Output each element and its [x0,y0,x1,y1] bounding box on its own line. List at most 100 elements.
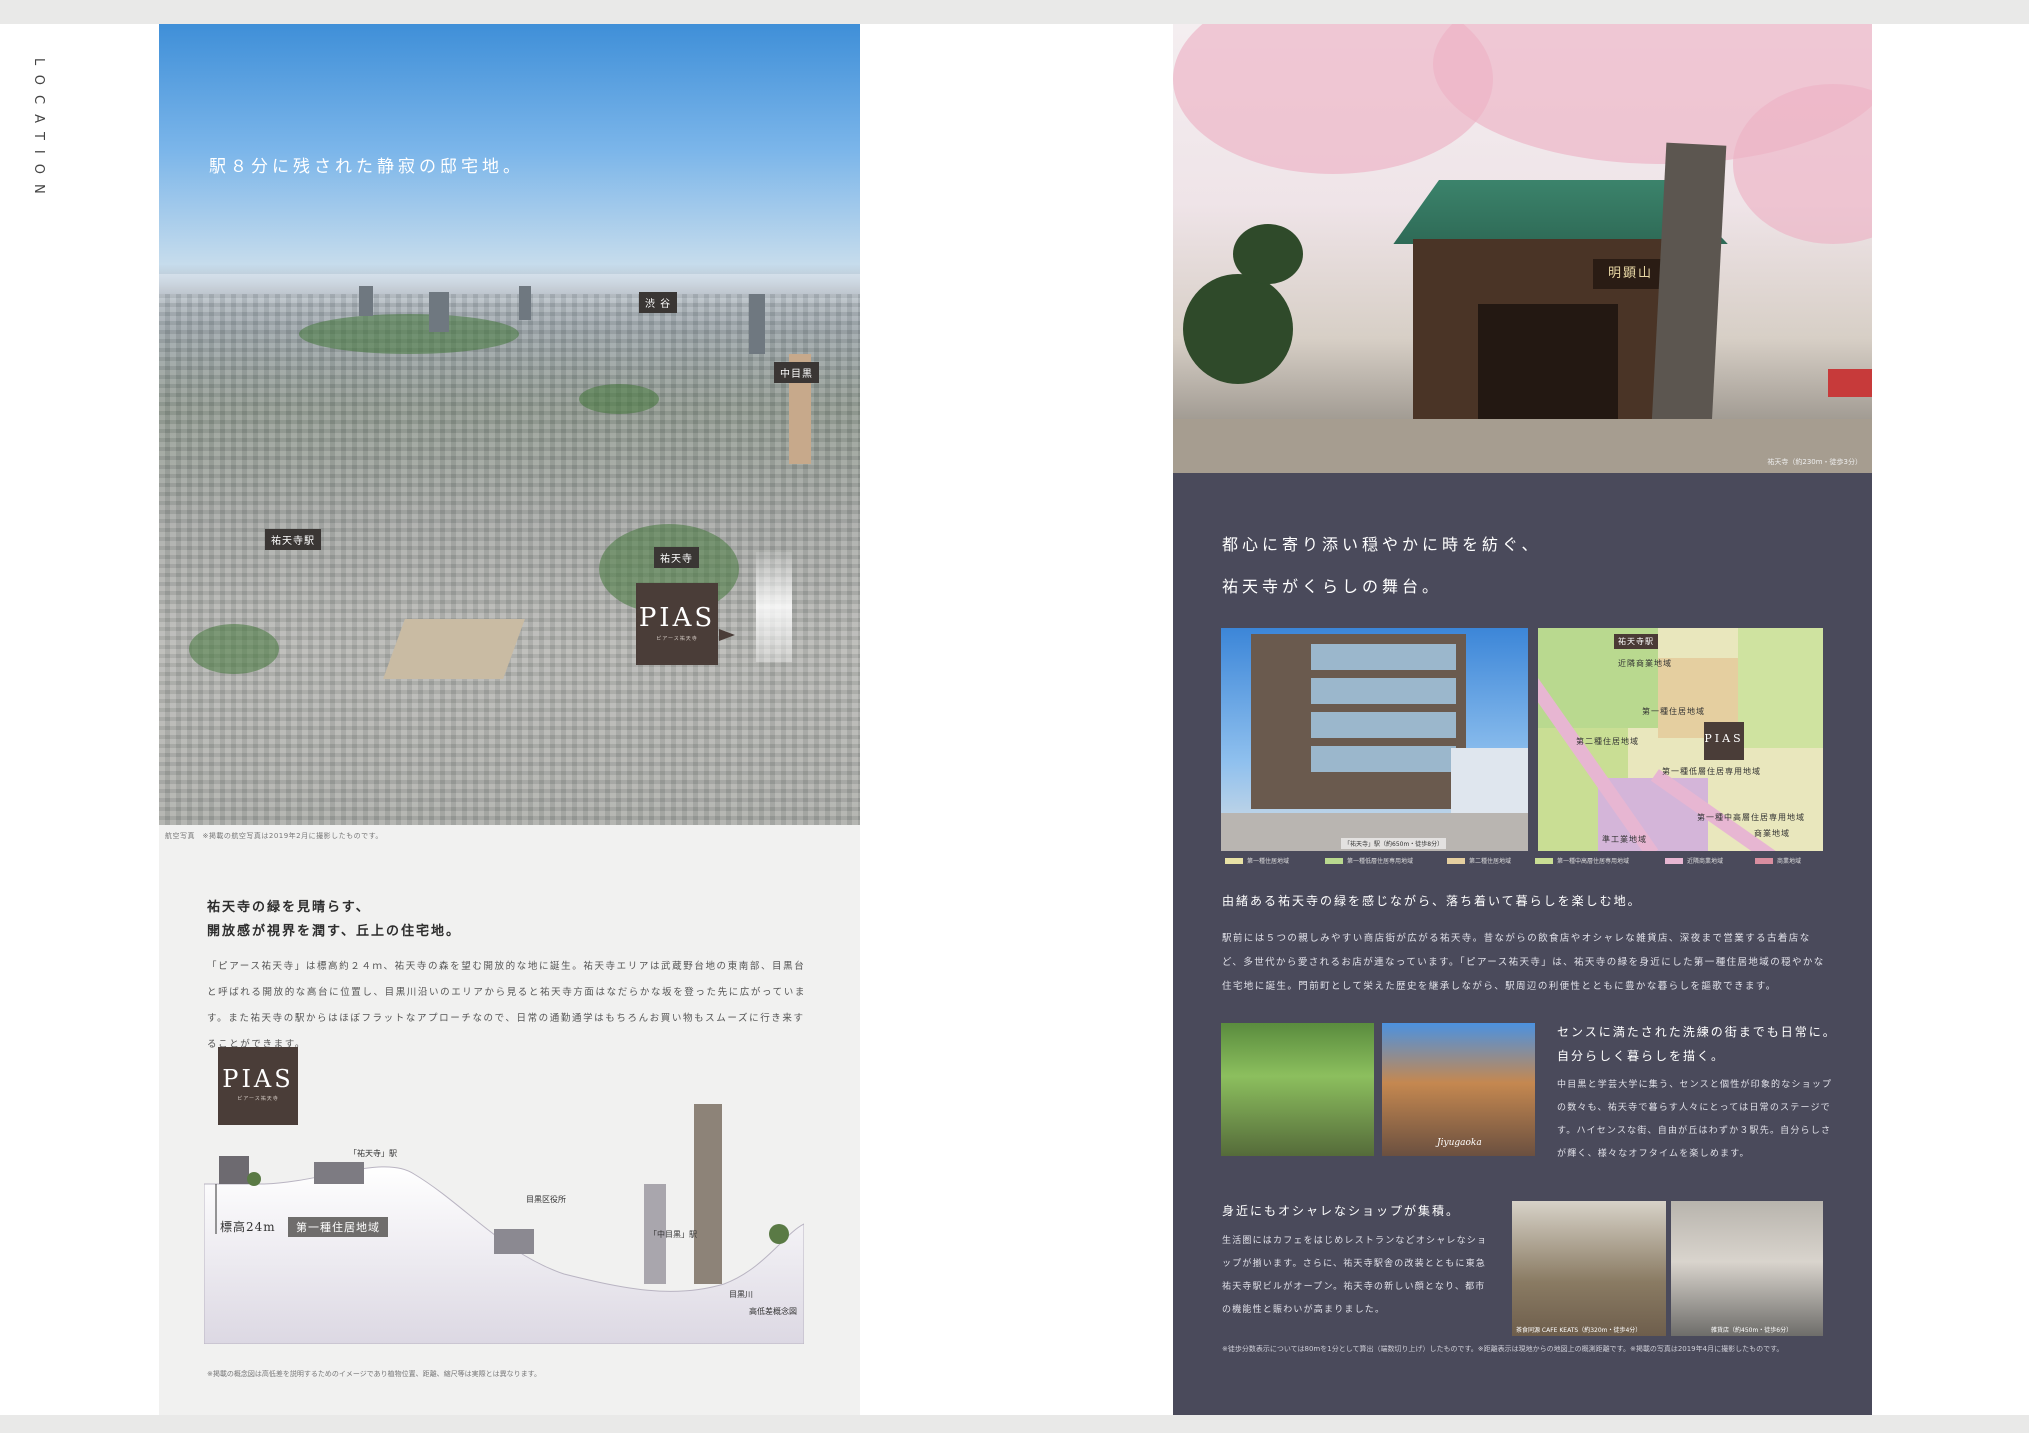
right-page: 明顕山 祐天寺（約230m・徒歩3分） 都心に寄り添い穏やかに時を紡ぐ、 祐天寺… [1173,24,1872,1415]
right-body3-text: 中目黒と学芸大学に集う、センスと個性が印象的なショップの数々も、祐天寺で暮らす人… [1557,1080,1833,1159]
tag-nakameguro: 中目黒 [774,362,819,383]
forest-patch [299,314,519,354]
cafe-photo: 茶食同源 CAFE KEATS（約320m・徒歩4分） [1512,1201,1666,1336]
legend-swatch [1535,858,1553,864]
right-heading3: センスに満たされた洗練の街までも日常に。 自分らしく暮らしを描く。 [1557,1020,1837,1068]
right-subheading: 由緒ある祐天寺の緑を感じながら、落ち着いて暮らしを楽しむ地。 [1222,894,1642,908]
map-tag-zone: 第二種住居地域 [1576,737,1639,746]
legend-swatch [1225,858,1243,864]
temple-sign: 明顕山 [1593,259,1668,289]
top-margin-bar [0,0,2029,24]
forest-patch [189,624,279,674]
greenery-path-photo [1221,1023,1374,1156]
zoning-legend: 第一種住居地域 第一種低層住居専用地域 第二種住居地域 第一種中高層住居専用地域… [1225,856,1825,866]
right-heading-line1: 都心に寄り添い穏やかに時を紡ぐ、 [1222,535,1542,554]
pias-logo-map: PIAS [1704,722,1744,760]
zoning-map: 祐天寺駅 近隣商業地域 第一種住居地域 第二種住居地域 第一種低層住居専用地域 … [1538,628,1823,851]
aerial-photo: 駅８分に残された静寂の邸宅地。 渋 谷 中目黒 祐天寺駅 祐天寺 PIAS ピア… [159,24,860,825]
right-heading-line2: 祐天寺がくらしの舞台。 [1222,577,1443,596]
legend-label: 第一種中高層住居専用地域 [1557,858,1630,865]
aerial-caption: 航空写真 ※掲載の航空写真は2019年2月に撮影したものです。 [165,832,383,840]
building [314,1162,364,1184]
jiyugaoka-caption: Jiyugaoka [1437,1138,1482,1148]
tower [749,294,765,354]
map-tag-zone: 準工業地域 [1602,835,1647,844]
tower [359,286,373,316]
pine-tree [1233,224,1303,284]
tower [519,286,531,320]
map-tag-zone: 第一種中高層住居専用地域 [1697,813,1805,822]
elevation-diagram: PIAS ピアース祐天寺 「祐天寺」駅 目黒区役所 「中目黒」駅 目黒川 高低差… [204,1044,804,1344]
temple-photo-caption: 祐天寺（約230m・徒歩3分） [1767,458,1862,466]
bottom-margin-bar [0,1415,2029,1433]
logo-word: PIAS [1704,732,1744,745]
logo-pointer [719,629,735,641]
window-band [1311,678,1456,704]
right-heading3-line1: センスに満たされた洗練の街までも日常に。 [1557,1025,1837,1039]
red-banner [1828,369,1872,397]
pine-tree [1183,274,1293,384]
left-heading-line1: 祐天寺の緑を見晴らす、 [207,900,371,915]
right-body4-text: 生活圏にはカフェをはじめレストランなどオシャレなショップが揃います。さらに、祐天… [1222,1236,1488,1315]
legend-swatch [1665,858,1683,864]
site-highlight-beam [756,552,792,662]
legend-swatch [1325,858,1343,864]
tree [769,1224,789,1244]
map-tag-station: 祐天寺駅 [1614,634,1658,649]
legend-label: 第一種住居地域 [1247,858,1290,865]
zone-area [1738,628,1823,748]
school-field [383,619,525,679]
temple-photo: 明顕山 祐天寺（約230m・徒歩3分） [1173,24,1872,473]
left-page: 駅８分に残された静寂の邸宅地。 渋 谷 中目黒 祐天寺駅 祐天寺 PIAS ピア… [159,24,860,1415]
left-body-text: 「ピアース祐天寺」は標高約２４ｍ、祐天寺の森を望む開放的な地に誕生。祐天寺エリア… [207,961,806,1050]
right-heading: 都心に寄り添い穏やかに時を紡ぐ、 祐天寺がくらしの舞台。 [1222,524,1542,608]
map-tag-zone: 第一種住居地域 [1642,707,1705,716]
right-body-text: 駅前には５つの親しみやすい商店街が広がる祐天寺。昔ながらの飲食店やオシャレな雑貨… [1222,933,1825,992]
map-tag-zone: 近隣商業地域 [1618,659,1672,668]
left-footnote: ※掲載の概念図は高低差を説明するためのイメージであり植物位置、距離、縮尺等は実際… [207,1370,541,1378]
window-band [1311,644,1456,670]
right-heading3-line2: 自分らしく暮らしを描く。 [1557,1049,1726,1063]
pias-logo: PIAS ピアース祐天寺 [636,583,718,665]
logo-sub: ピアース祐天寺 [656,636,698,642]
right-footnote: ※徒歩分数表示については80mを1分として算出（端数切り上げ）したものです。※距… [1222,1345,1784,1353]
legend-label: 近隣商業地域 [1687,858,1724,865]
map-tag-zone: 第一種低層住居専用地域 [1662,767,1761,776]
shop-photo: 雑貨店（約450m・徒歩6分） [1671,1201,1823,1336]
station-building-photo: 「祐天寺」駅（約650m・徒歩8分） [1221,628,1528,851]
label-nakameguro: 「中目黒」駅 [649,1230,697,1239]
legend-label: 第一種低層住居専用地域 [1347,858,1414,865]
aerial-title: 駅８分に残された静寂の邸宅地。 [209,157,524,177]
window-band [1311,746,1456,772]
station-caption: 「祐天寺」駅（約650m・徒歩8分） [1341,838,1447,849]
tree [247,1172,261,1186]
tag-yutenji-temple: 祐天寺 [654,547,699,568]
zone-badge: 第一種住居地域 [288,1217,388,1237]
tower [429,292,449,332]
elevation-profile-svg [204,1104,804,1344]
label-ward-office: 目黒区役所 [526,1195,566,1204]
jiyugaoka-photo: Jiyugaoka [1382,1023,1535,1156]
left-heading-line2: 開放感が視界を潤す、丘上の住宅地。 [207,924,461,939]
station-building [1251,634,1466,809]
legend-label: 第二種住居地域 [1469,858,1512,865]
label-river: 目黒川 [729,1290,753,1299]
tag-yutenji-station: 祐天寺駅 [265,529,321,550]
section-side-label: LOCATION [31,58,46,204]
label-diagram-title: 高低差概念図 [749,1307,797,1316]
building [494,1229,534,1254]
left-heading: 祐天寺の緑を見晴らす、 開放感が視界を潤す、丘上の住宅地。 [207,896,461,944]
legend-label: 商業地域 [1777,858,1802,865]
right-heading4: 身近にもオシャレなショップが集積。 [1222,1204,1461,1218]
cafe-caption: 茶食同源 CAFE KEATS（約320m・徒歩4分） [1516,1327,1642,1334]
city-texture [159,294,860,825]
tower-nakameguro [694,1104,722,1284]
map-tag-zone: 商業地域 [1754,829,1790,838]
shop-caption: 雑貨店（約450m・徒歩6分） [1711,1327,1793,1334]
window-band [1311,712,1456,738]
building-site [219,1156,249,1184]
legend-swatch [1755,858,1773,864]
legend-swatch [1447,858,1465,864]
tag-shibuya: 渋 谷 [639,292,678,313]
adjacent-building [1451,748,1528,818]
